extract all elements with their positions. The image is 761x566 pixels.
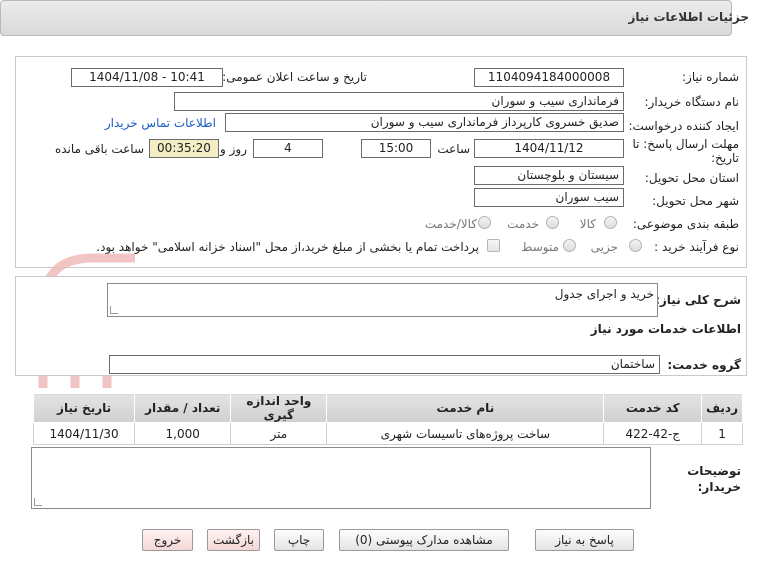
page-title: جزئیات اطلاعات نیاز: [628, 10, 749, 24]
process-option-minor: جزیی: [590, 240, 618, 254]
resize-grip-icon[interactable]: [34, 498, 42, 506]
city-field: سیب سوران: [474, 188, 624, 207]
print-button[interactable]: چاپ: [274, 529, 324, 551]
category-goods-radio[interactable]: [604, 216, 617, 229]
deadline-label-date: تاریخ:: [711, 151, 739, 165]
services-section-title: اطلاعات خدمات مورد نیاز: [590, 322, 741, 336]
service-group-label: گروه خدمت:: [667, 358, 741, 372]
treasury-payment-checkbox[interactable]: [487, 239, 500, 252]
category-label: طبقه بندی موضوعی:: [632, 217, 739, 231]
category-service-radio[interactable]: [546, 216, 559, 229]
need-number-label: شماره نیاز:: [682, 70, 739, 84]
category-option-service: خدمت: [507, 217, 539, 231]
announce-label: تاریخ و ساعت اعلان عمومی:: [222, 70, 367, 84]
category-option-goods: کالا: [579, 217, 596, 231]
buyer-org-field: فرمانداری سیب و سوران: [174, 92, 624, 111]
cell-qty: 1,000: [134, 422, 232, 445]
deadline-date-field: 1404/11/12: [474, 139, 624, 158]
remaining-time-field: 00:35:20: [149, 139, 219, 158]
col-name: نام خدمت: [326, 393, 605, 423]
service-group-field: ساختمان: [109, 355, 660, 374]
days-label: روز و: [220, 142, 247, 156]
resize-grip-icon[interactable]: [110, 306, 118, 314]
exit-button[interactable]: خروج: [142, 529, 193, 551]
process-option-medium: متوسط: [521, 240, 559, 254]
back-button[interactable]: بازگشت: [207, 529, 260, 551]
deadline-label: مهلت ارسال پاسخ: تا: [632, 137, 739, 151]
cell-unit: متر: [230, 422, 328, 445]
process-minor-radio[interactable]: [629, 239, 642, 252]
buyer-contact-link[interactable]: اطلاعات تماس خریدار: [105, 116, 216, 130]
category-both-radio[interactable]: [478, 216, 491, 229]
city-label: شهر محل تحویل:: [652, 194, 739, 208]
cell-date: 1404/11/30: [32, 422, 136, 445]
buyer-notes-label-2: خریدار:: [697, 480, 741, 494]
page-header: جزئیات اطلاعات نیاز: [0, 0, 749, 36]
table-header-row: ردیف کد خدمت نام خدمت واحد اندازه گیری ت…: [32, 393, 743, 423]
province-label: استان محل تحویل:: [644, 171, 739, 185]
cell-index: 1: [701, 422, 743, 445]
category-option-both: کالا/خدمت: [424, 217, 477, 231]
cell-name: ساخت پروژه‌های تاسیسات شهری: [326, 422, 605, 445]
col-unit: واحد اندازه گیری: [230, 393, 328, 423]
col-code: کد خدمت: [603, 393, 703, 423]
buyer-notes-field[interactable]: [31, 447, 651, 509]
col-index: ردیف: [701, 393, 743, 423]
table-row[interactable]: 1 ج-42-422 ساخت پروژه‌های تاسیسات شهری م…: [32, 422, 743, 445]
buyer-notes-label: توضیحات: [687, 464, 741, 478]
process-medium-radio[interactable]: [563, 239, 576, 252]
announce-field: 1404/11/08 - 10:41: [71, 68, 223, 87]
process-label: نوع فرآیند خرید :: [654, 240, 739, 254]
summary-text: خرید و اجرای جدول: [554, 287, 654, 301]
buyer-org-label: نام دستگاه خریدار:: [644, 95, 740, 109]
cell-code: ج-42-422: [603, 422, 703, 445]
col-date: تاریخ نیاز: [32, 393, 136, 423]
col-qty: تعداد / مقدار: [134, 393, 232, 423]
creator-field: صدیق خسروی کارپرداز فرمانداری سیب و سورا…: [225, 113, 624, 132]
summary-label: شرح کلی نیاز:: [655, 293, 741, 307]
remaining-time-label: ساعت باقی مانده: [54, 142, 144, 156]
attachments-button[interactable]: مشاهده مدارک پیوستی (0): [339, 529, 509, 551]
province-field: سیستان و بلوچستان: [474, 166, 624, 185]
deadline-time-field: 15:00: [361, 139, 431, 158]
deadline-time-label: ساعت: [437, 142, 470, 156]
creator-label: ایجاد کننده درخواست:: [628, 119, 739, 133]
summary-field: خرید و اجرای جدول: [107, 283, 658, 317]
treasury-payment-note: پرداخت تمام یا بخشی از مبلغ خرید،از محل …: [96, 240, 479, 254]
need-number-field: 1104094184000008: [474, 68, 624, 87]
services-table: ردیف کد خدمت نام خدمت واحد اندازه گیری ت…: [32, 393, 743, 445]
days-field: 4: [253, 139, 323, 158]
reply-button[interactable]: پاسخ به نیاز: [535, 529, 634, 551]
details-panel: [15, 56, 747, 268]
